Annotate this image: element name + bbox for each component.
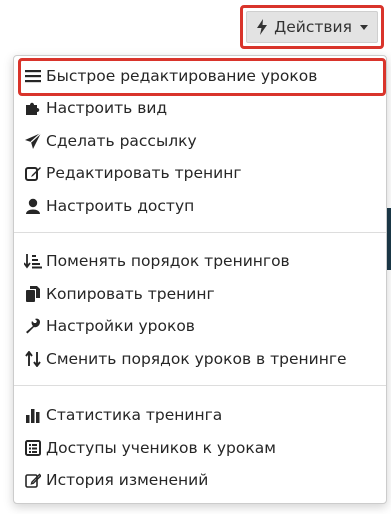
sort-arrows-icon bbox=[24, 350, 42, 368]
menu-item-make-mailing[interactable]: Сделать рассылку bbox=[24, 127, 197, 155]
menu-divider bbox=[14, 385, 386, 386]
menu-item-label: Копировать тренинг bbox=[46, 285, 215, 303]
menu-item-label: Настроить доступ bbox=[46, 197, 195, 215]
menu-item-lesson-settings[interactable]: Настройки уроков bbox=[24, 312, 195, 340]
menu-item-label: Сменить порядок уроков в тренинге bbox=[46, 350, 347, 368]
menu-item-change-history[interactable]: История изменений bbox=[24, 466, 208, 494]
sort-amount-icon bbox=[24, 252, 42, 270]
bolt-icon bbox=[257, 19, 268, 35]
actions-dropdown-button[interactable]: Действия bbox=[240, 5, 384, 49]
menu-divider bbox=[14, 232, 386, 233]
menu-item-configure-access[interactable]: Настроить доступ bbox=[24, 192, 194, 220]
menu-item-student-lesson-access[interactable]: Доступы учеников к урокам bbox=[24, 434, 276, 462]
edit-icon bbox=[24, 164, 42, 182]
caret-down-icon bbox=[359, 24, 368, 30]
menu-item-label: Настроить вид bbox=[46, 99, 168, 117]
menu-item-label: Редактировать тренинг bbox=[46, 164, 242, 182]
list-alt-icon bbox=[24, 439, 42, 457]
menu-item-reorder-trainings[interactable]: Поменять порядок тренингов bbox=[24, 247, 290, 275]
actions-button-label: Действия bbox=[274, 18, 352, 36]
menu-item-edit-training[interactable]: Редактировать тренинг bbox=[24, 159, 242, 187]
user-icon bbox=[24, 197, 42, 215]
menu-item-customize-view[interactable]: Настроить вид bbox=[24, 94, 167, 122]
copy-icon bbox=[24, 285, 42, 303]
puzzle-icon bbox=[24, 99, 42, 117]
paper-plane-icon bbox=[24, 132, 42, 150]
menu-item-copy-training[interactable]: Копировать тренинг bbox=[24, 280, 215, 308]
actions-button-body[interactable]: Действия bbox=[246, 11, 378, 43]
menu-item-training-stats[interactable]: Статистика тренинга bbox=[24, 401, 222, 429]
menu-item-reorder-lessons[interactable]: Сменить порядок уроков в тренинге bbox=[24, 345, 347, 373]
menu-item-label: Настройки уроков bbox=[46, 317, 195, 335]
edit-outline-icon bbox=[24, 471, 42, 489]
menu-item-label: Поменять порядок тренингов bbox=[46, 252, 290, 270]
bar-chart-icon bbox=[24, 406, 42, 424]
menu-item-label: Статистика тренинга bbox=[46, 406, 223, 424]
menu-item-label: История изменений bbox=[46, 471, 209, 489]
menu-item-label: Сделать рассылку bbox=[46, 132, 197, 150]
wrench-icon bbox=[24, 317, 42, 335]
highlight-frame bbox=[18, 58, 386, 96]
menu-item-label: Доступы учеников к урокам bbox=[46, 439, 276, 457]
